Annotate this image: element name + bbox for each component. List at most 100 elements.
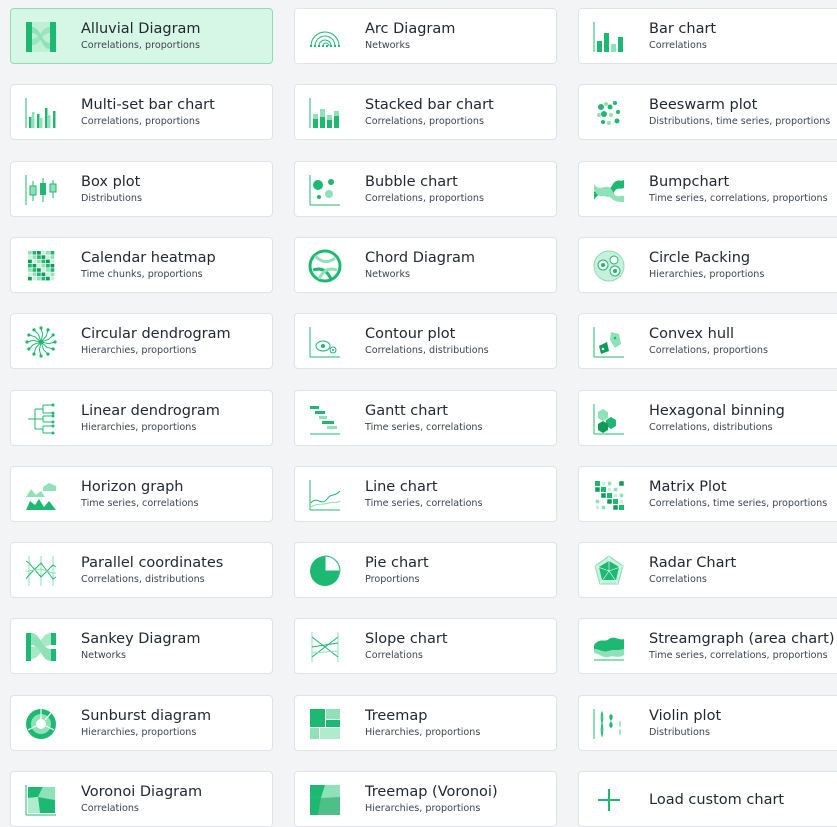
chart-card-title: Sankey Diagram (81, 631, 201, 648)
chart-card-description: Time series, correlations (365, 497, 483, 509)
chart-card-title: Linear dendrogram (81, 402, 220, 419)
chart-card-description: Hierarchies, proportions (81, 421, 197, 433)
chart-card-title: Sunburst diagram (81, 707, 212, 724)
chart-card-description: Hierarchies, proportions (81, 345, 197, 357)
chart-card-description: Networks (365, 40, 411, 51)
chart-card-streamgraph-area-chart[interactable]: Streamgraph (area chart) Time series, cor… (578, 618, 837, 675)
chart-card-description: Hierarchies, proportions (649, 268, 765, 280)
chart-card-title: Voronoi Diagram (81, 784, 203, 800)
convex-hull-icon (591, 324, 627, 360)
chart-card-description: Networks (365, 268, 411, 280)
contour-plot-icon (307, 324, 343, 360)
chart-card-title: Bubble chart (365, 173, 458, 190)
chart-card-circle-packing[interactable]: Circle Packing Hierarchies, proportions (578, 236, 837, 293)
matrix-plot-icon (591, 477, 627, 513)
chart-card-title: Matrix Plot (649, 478, 727, 495)
chart-card-description: Hierarchies, proportions (365, 803, 481, 814)
chart-card-title: Violin plot (649, 707, 722, 724)
chart-card-arc-diagram[interactable]: Arc Diagram Networks (294, 8, 557, 64)
chart-card-beeswarm-plot[interactable]: Beeswarm plot Distributions, time series,… (578, 84, 837, 141)
chart-card-treemap[interactable]: Treemap Hierarchies, proportions (294, 694, 557, 751)
chart-card-description: Time series, correlations (365, 421, 483, 433)
chart-card-horizon-graph[interactable]: Horizon graph Time series, correlations (10, 465, 273, 522)
treemap-voronoi-icon (307, 782, 343, 818)
sunburst-diagram-icon (23, 706, 59, 742)
chart-card-alluvial-diagram[interactable]: Alluvial Diagram Correlations, proportion… (10, 8, 273, 64)
chart-card-multi-set-bar-chart[interactable]: Multi-set bar chart Correlations, proport… (10, 84, 273, 141)
bubble-chart-icon (307, 172, 343, 208)
chart-card-voronoi-diagram[interactable]: Voronoi Diagram Correlations (10, 771, 273, 827)
chart-card-title: Line chart (365, 478, 438, 495)
chart-card-linear-dendrogram[interactable]: Linear dendrogram Hierarchies, proportion… (10, 389, 273, 446)
chart-card-description: Networks (81, 650, 127, 662)
bumpchart-icon (591, 172, 627, 208)
chart-card-pie-chart[interactable]: Pie chart Proportions (294, 542, 557, 599)
sankey-diagram-icon (23, 629, 59, 665)
beeswarm-plot-icon (591, 95, 627, 131)
chart-card-matrix-plot[interactable]: Matrix Plot Correlations, time series, pr… (578, 465, 837, 522)
chart-card-load-custom-chart[interactable]: Load custom chart (578, 771, 837, 827)
chart-card-title: Streamgraph (area chart) (649, 631, 835, 648)
chart-card-description: Correlations, proportions (81, 40, 200, 51)
chart-card-circular-dendrogram[interactable]: Circular dendrogram Hierarchies, proporti… (10, 313, 273, 370)
chart-card-description: Correlations, distributions (649, 421, 773, 433)
chart-card-stacked-bar-chart[interactable]: Stacked bar chart Correlations, proportio… (294, 84, 557, 141)
chart-card-bar-chart[interactable]: Bar chart Correlations (578, 8, 837, 64)
chart-card-description: Distributions, time series, proportions (649, 116, 831, 128)
chart-card-description: Time series, correlations, proportions (649, 192, 828, 204)
chart-card-description: Correlations, distributions (365, 345, 489, 357)
chart-card-title: Alluvial Diagram (81, 21, 201, 37)
chart-card-description: Correlations (649, 574, 707, 586)
streamgraph-icon (591, 629, 627, 665)
chart-card-description: Distributions (81, 192, 142, 204)
chart-card-description: Correlations (365, 650, 423, 662)
chart-card-title: Circle Packing (649, 249, 751, 266)
parallel-coordinates-icon (23, 553, 59, 589)
chart-card-description: Proportions (365, 574, 420, 586)
chart-card-parallel-coordinates[interactable]: Parallel coordinates Correlations, distri… (10, 542, 273, 599)
chart-card-title: Treemap (Voronoi) (365, 784, 498, 800)
chart-card-sunburst-diagram[interactable]: Sunburst diagram Hierarchies, proportions (10, 694, 273, 751)
chart-card-contour-plot[interactable]: Contour plot Correlations, distributions (294, 313, 557, 370)
chart-card-title: Convex hull (649, 326, 735, 343)
multi-set-bar-chart-icon (23, 95, 59, 131)
chart-card-title: Bumpchart (649, 173, 730, 190)
chart-card-title: Pie chart (365, 555, 429, 572)
chart-card-calendar-heatmap[interactable]: Calendar heatmap Time chunks, proportions (10, 236, 273, 293)
calendar-heatmap-icon (23, 248, 59, 284)
chart-card-bubble-chart[interactable]: Bubble chart Correlations, proportions (294, 160, 557, 217)
chart-card-title: Horizon graph (81, 478, 184, 495)
chart-card-description: Correlations, proportions (365, 116, 484, 128)
chart-card-description: Hierarchies, proportions (81, 726, 197, 738)
chart-card-description: Time chunks, proportions (81, 268, 203, 280)
chart-card-radar-chart[interactable]: Radar Chart Correlations (578, 542, 837, 599)
chart-card-gantt-chart[interactable]: Gantt chart Time series, correlations (294, 389, 557, 446)
chart-card-sankey-diagram[interactable]: Sankey Diagram Networks (10, 618, 273, 675)
chart-card-description: Distributions (649, 726, 710, 738)
chart-card-slope-chart[interactable]: Slope chart Correlations (294, 618, 557, 675)
chart-card-description: Time series, correlations (81, 497, 199, 509)
chart-card-title: Slope chart (365, 631, 448, 648)
chart-card-violin-plot[interactable]: Violin plot Distributions (578, 694, 837, 751)
alluvial-diagram-icon (23, 19, 59, 55)
chart-card-description: Correlations, proportions (365, 192, 484, 204)
chart-card-box-plot[interactable]: Box plot Distributions (10, 160, 273, 217)
chart-card-bumpchart[interactable]: Bumpchart Time series, correlations, prop… (578, 160, 837, 217)
hexagonal-binning-icon (591, 401, 627, 437)
chart-card-description: Time series, correlations, proportions (649, 650, 828, 662)
chart-card-title: Gantt chart (365, 402, 448, 419)
chart-card-title: Contour plot (365, 326, 456, 343)
chart-card-convex-hull[interactable]: Convex hull Correlations, proportions (578, 313, 837, 370)
slope-chart-icon (307, 629, 343, 665)
arc-diagram-icon (307, 19, 343, 55)
chart-card-chord-diagram[interactable]: Chord Diagram Networks (294, 236, 557, 293)
chart-card-description: Correlations, proportions (81, 116, 200, 128)
chart-card-hexagonal-binning[interactable]: Hexagonal binning Correlations, distribut… (578, 389, 837, 446)
chart-card-title: Parallel coordinates (81, 555, 224, 572)
chart-card-line-chart[interactable]: Line chart Time series, correlations (294, 465, 557, 522)
box-plot-icon (23, 172, 59, 208)
radar-chart-icon (591, 553, 627, 589)
chart-card-treemap-voronoi[interactable]: Treemap (Voronoi) Hierarchies, proportion… (294, 771, 557, 827)
chart-card-description: Correlations (649, 40, 707, 51)
bar-chart-icon (591, 19, 627, 55)
